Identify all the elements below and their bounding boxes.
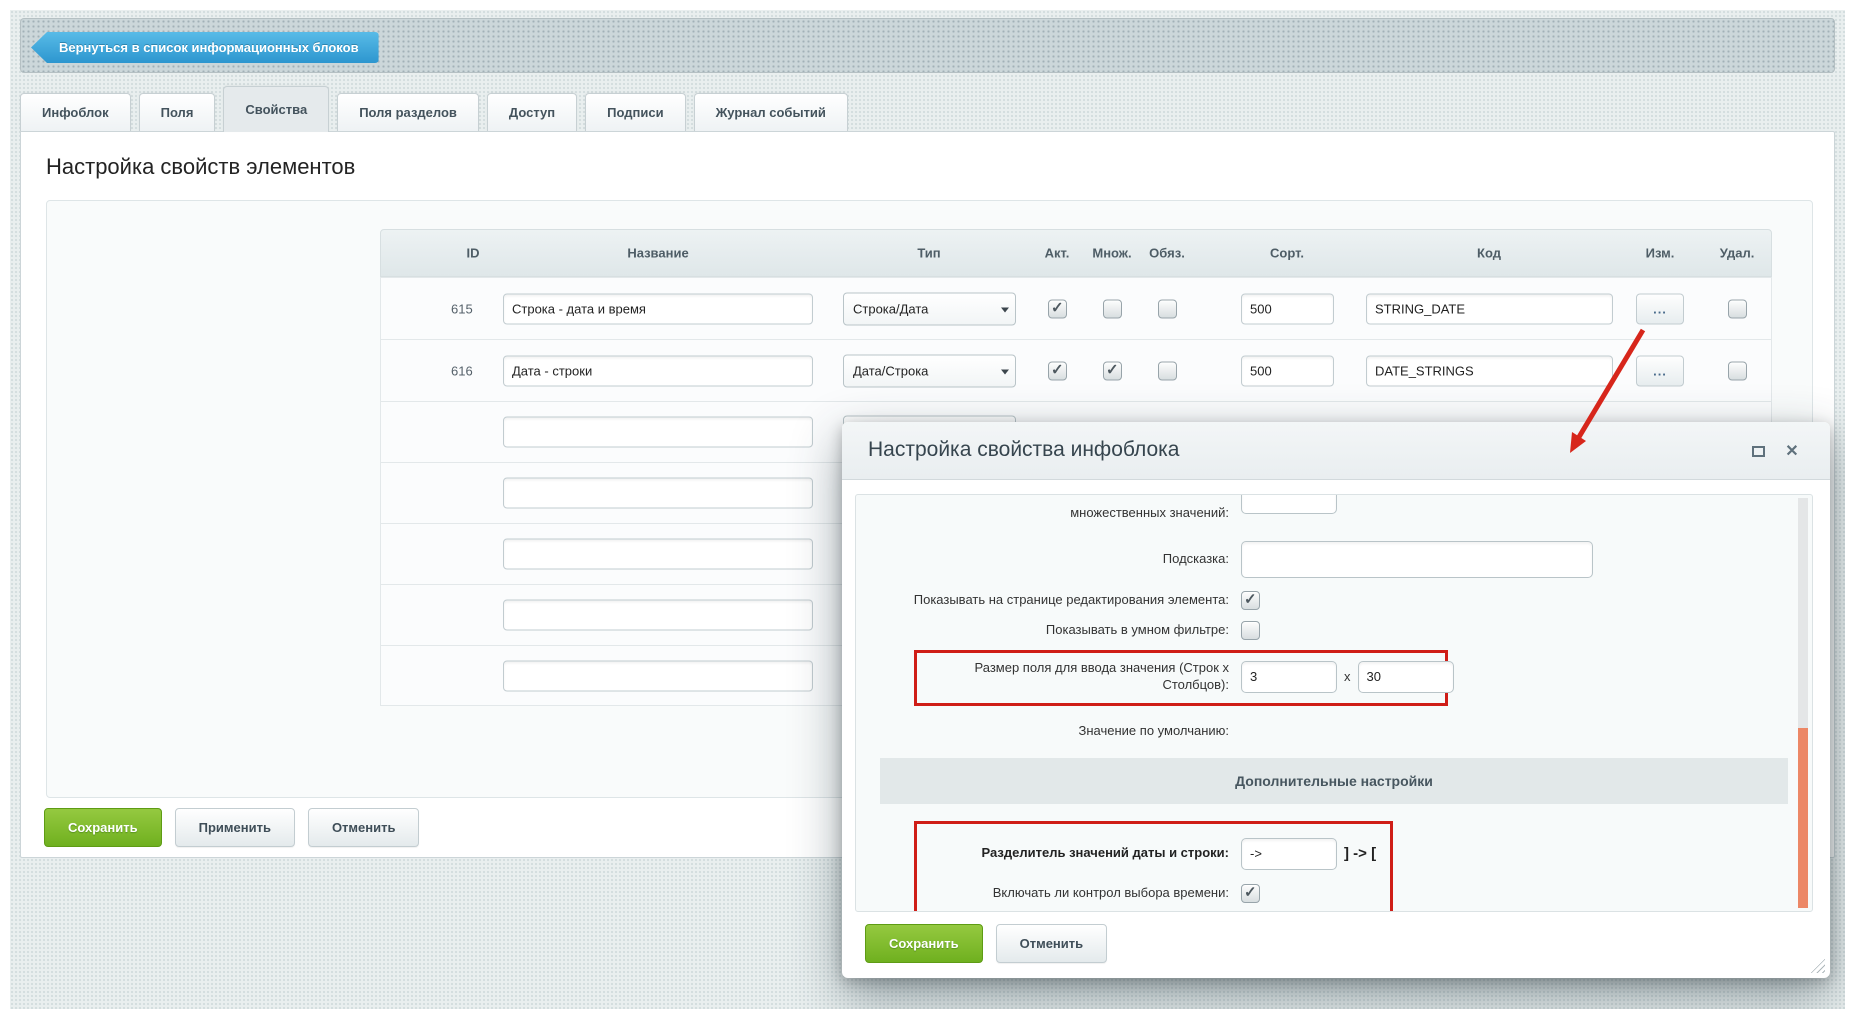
col-header-required: Обяз. (1149, 246, 1185, 261)
smart-filter-checkbox[interactable] (1241, 621, 1260, 640)
sort-input[interactable] (1241, 293, 1334, 324)
required-checkbox[interactable] (1158, 299, 1177, 318)
col-header-sort: Сорт. (1270, 246, 1304, 261)
dialog-save-button[interactable]: Сохранить (865, 924, 983, 963)
table-row: 615 Строка/Дата ... (380, 277, 1772, 339)
chevron-down-icon (1001, 369, 1009, 374)
multiple-values-input[interactable] (1241, 494, 1337, 514)
show-on-edit-row: Показывать на странице редактирования эл… (856, 591, 1812, 610)
top-toolbar: Вернуться в список информационных блоков (20, 18, 1835, 73)
default-value-label: Значение по умолчанию: (856, 723, 1241, 740)
tab-captions[interactable]: Подписи (585, 93, 685, 132)
smart-filter-row: Показывать в умном фильтре: (856, 621, 1812, 640)
active-checkbox[interactable] (1048, 299, 1067, 318)
property-name-input[interactable] (503, 417, 813, 448)
required-checkbox[interactable] (1158, 361, 1177, 380)
col-header-id: ID (467, 246, 480, 261)
field-size-row: Размер поля для ввода значения (Строк х … (917, 660, 1445, 694)
property-type-select[interactable]: Дата/Строка (843, 354, 1016, 387)
col-header-name: Название (627, 246, 688, 261)
page-title: Настройка свойств элементов (46, 154, 355, 180)
col-header-code: Код (1477, 246, 1501, 261)
dialog-titlebar[interactable]: Настройка свойства инфоблока ✕ (842, 422, 1830, 480)
tab-bar: Инфоблок Поля Свойства Поля разделов Дос… (20, 86, 848, 132)
multiple-values-row: множественных значений: (856, 499, 1812, 527)
field-size-label: Размер поля для ввода значения (Строк х … (917, 660, 1241, 694)
separator-input[interactable] (1241, 838, 1337, 870)
dialog-title: Настройка свойства инфоблока (868, 438, 1179, 462)
date-string-settings-highlight-box: Разделитель значений даты и строки: ] ->… (914, 821, 1393, 912)
dialog-scrollbar-track[interactable] (1798, 498, 1808, 908)
separator-label: Разделитель значений даты и строки: (917, 845, 1241, 862)
row-id: 616 (451, 363, 496, 378)
multiple-checkbox[interactable] (1103, 361, 1122, 380)
tab-properties[interactable]: Свойства (223, 86, 329, 132)
dialog-cancel-button[interactable]: Отменить (996, 924, 1108, 963)
delete-checkbox[interactable] (1728, 299, 1747, 318)
additional-settings-header: Дополнительные настройки (880, 758, 1788, 804)
hint-row: Подсказка: (856, 541, 1812, 578)
tab-infoblock[interactable]: Инфоблок (20, 93, 131, 132)
edit-property-button[interactable]: ... (1636, 293, 1684, 324)
hint-label: Подсказка: (856, 551, 1241, 568)
hint-input[interactable] (1241, 541, 1593, 578)
col-header-multiple: Множ. (1092, 246, 1131, 261)
default-value-row: Значение по умолчанию: (856, 723, 1812, 740)
tab-access[interactable]: Доступ (487, 93, 577, 132)
time-control-checkbox[interactable] (1241, 884, 1260, 903)
tab-section-fields[interactable]: Поля разделов (337, 93, 479, 132)
property-name-input[interactable] (503, 478, 813, 509)
dialog-footer: Сохранить Отменить (865, 924, 1107, 963)
resize-grip[interactable] (1810, 958, 1825, 973)
property-type-value: Дата/Строка (853, 363, 928, 378)
field-size-highlight-box: Размер поля для ввода значения (Строк х … (914, 650, 1448, 706)
form-footer: Сохранить Применить Отменить (44, 808, 419, 847)
property-type-value: Строка/Дата (853, 301, 928, 316)
property-type-select[interactable]: Строка/Дата (843, 292, 1016, 325)
dialog-form-area: множественных значений: Подсказка: Показ… (855, 494, 1813, 912)
edit-property-button[interactable]: ... (1636, 355, 1684, 386)
field-size-cols-input[interactable] (1358, 661, 1454, 693)
col-header-active: Акт. (1045, 246, 1070, 261)
table-header-row: ID Название Тип Акт. Множ. Обяз. Сорт. К… (380, 229, 1772, 277)
field-size-rows-input[interactable] (1241, 661, 1337, 693)
tab-event-log[interactable]: Журнал событий (694, 93, 848, 132)
property-settings-dialog: Настройка свойства инфоблока ✕ множестве… (842, 422, 1830, 978)
row-id: 615 (451, 301, 496, 316)
show-on-edit-label: Показывать на странице редактирования эл… (856, 592, 1241, 609)
multiple-values-label: множественных значений: (856, 505, 1241, 522)
time-control-row: Включать ли контрол выбора времени: (917, 884, 1390, 903)
active-checkbox[interactable] (1048, 361, 1067, 380)
page-background: Вернуться в список информационных блоков… (10, 10, 1845, 1009)
dialog-scrollbar-thumb[interactable] (1798, 728, 1808, 908)
tab-fields[interactable]: Поля (139, 93, 216, 132)
back-to-list-button[interactable]: Вернуться в список информационных блоков (31, 32, 379, 63)
col-header-type: Тип (917, 246, 940, 261)
apply-button[interactable]: Применить (175, 808, 295, 847)
time-control-label: Включать ли контрол выбора времени: (917, 885, 1241, 902)
property-name-input[interactable] (503, 355, 813, 386)
col-header-edit: Изм. (1646, 246, 1675, 261)
multiple-checkbox[interactable] (1103, 299, 1122, 318)
delete-checkbox[interactable] (1728, 361, 1747, 380)
code-input[interactable] (1366, 355, 1613, 386)
property-name-input[interactable] (503, 293, 813, 324)
property-name-input[interactable] (503, 660, 813, 691)
table-row: 616 Дата/Строка ... (380, 339, 1772, 401)
col-header-delete: Удал. (1720, 246, 1755, 261)
separator-row: Разделитель значений даты и строки: ] ->… (917, 838, 1390, 870)
property-name-input[interactable] (503, 600, 813, 631)
smart-filter-label: Показывать в умном фильтре: (856, 622, 1241, 639)
maximize-icon[interactable] (1748, 442, 1768, 462)
property-name-input[interactable] (503, 539, 813, 570)
size-separator: x (1344, 669, 1351, 684)
code-input[interactable] (1366, 293, 1613, 324)
sort-input[interactable] (1241, 355, 1334, 386)
show-on-edit-checkbox[interactable] (1241, 591, 1260, 610)
cancel-button[interactable]: Отменить (308, 808, 420, 847)
close-icon[interactable]: ✕ (1782, 442, 1802, 462)
separator-suffix: ] -> [ (1344, 845, 1376, 862)
save-button[interactable]: Сохранить (44, 808, 162, 847)
chevron-down-icon (1001, 307, 1009, 312)
